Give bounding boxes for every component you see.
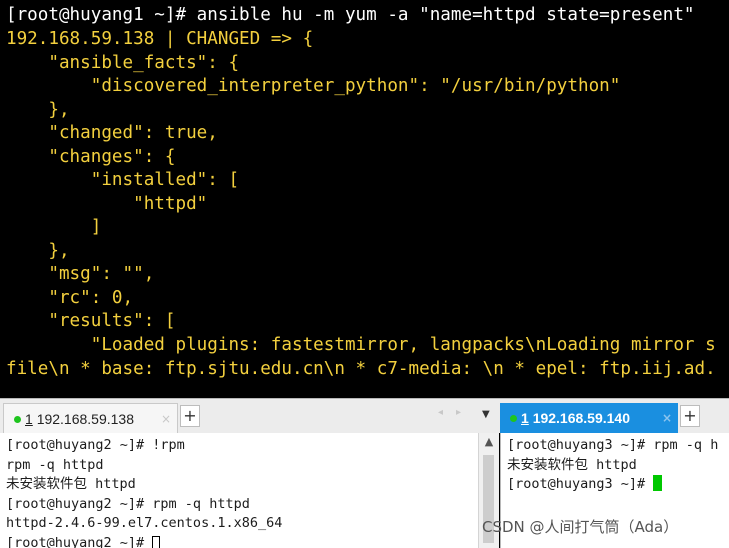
tab-index: 1 bbox=[521, 410, 529, 426]
terminal-line: httpd-2.4.6-99.el7.centos.1.x86_64 bbox=[6, 515, 283, 531]
terminal-line: [root@huyang2 ~]# !rpm bbox=[6, 437, 185, 453]
watermark: CSDN @人间打气筒（Ada） bbox=[482, 518, 679, 536]
text-cursor bbox=[152, 535, 161, 548]
tab-session-138[interactable]: 1 192.168.59.138 × bbox=[3, 403, 178, 433]
terminal-output-line: "discovered_interpreter_python": "/usr/b… bbox=[6, 76, 621, 96]
text-cursor bbox=[653, 475, 663, 491]
terminal-output-line: "installed": [ bbox=[6, 170, 240, 190]
add-tab-button[interactable]: + bbox=[680, 405, 700, 427]
terminal-output-line: "changes": { bbox=[6, 146, 176, 167]
tab-index: 1 bbox=[25, 411, 33, 427]
terminal-command-line: [root@huyang1 ~]# ansible hu -m yum -a "… bbox=[6, 5, 695, 25]
terminal-output-line: "results": [ bbox=[6, 311, 176, 331]
terminal-line: [root@huyang2 ~]# rpm -q httpd bbox=[6, 495, 250, 512]
status-dot-icon bbox=[510, 414, 517, 422]
terminal-output-line: file\n * base: ftp.sjtu.edu.cn\n * c7-me… bbox=[6, 359, 716, 379]
terminal-output-line: }, bbox=[6, 240, 70, 261]
terminal-output-line: "ansible_facts": { bbox=[6, 52, 240, 73]
terminal-output-line: 192.168.59.138 | CHANGED => { bbox=[6, 29, 314, 49]
tab-host-label: 192.168.59.140 bbox=[532, 410, 631, 426]
terminal-prompt: [root@huyang3 ~]# bbox=[507, 476, 654, 492]
terminal-line: [root@huyang3 ~]# rpm -q h bbox=[507, 437, 719, 453]
tab-prev-icon[interactable]: ◂ bbox=[438, 407, 443, 418]
terminal-prompt-line: [root@huyang2 ~]# bbox=[6, 534, 161, 548]
session-tabbar: 1 192.168.59.138 × + ◂ ▸ ▼ 1 192.168.59.… bbox=[0, 398, 729, 433]
add-tab-button[interactable]: + bbox=[180, 405, 200, 427]
terminal-line: rpm -q httpd bbox=[6, 456, 104, 473]
tab-host-label: 192.168.59.138 bbox=[36, 411, 135, 427]
terminal-line: 未安装软件包 httpd bbox=[6, 476, 136, 492]
close-icon[interactable]: × bbox=[161, 404, 171, 434]
tab-next-icon[interactable]: ▸ bbox=[456, 407, 461, 418]
terminal-output-line: "rc": 0, bbox=[6, 287, 134, 308]
status-dot-icon bbox=[14, 415, 21, 423]
terminal-output-line: }, bbox=[6, 99, 70, 120]
scroll-up-icon[interactable]: ▲ bbox=[479, 433, 499, 451]
terminal-line: 未安装软件包 httpd bbox=[507, 456, 637, 473]
tab-list-dropdown-icon[interactable]: ▼ bbox=[482, 409, 490, 420]
terminal-pane-huyang2[interactable]: [root@huyang2 ~]# !rpm rpm -q httpd 未安装软… bbox=[0, 433, 478, 548]
terminal-output-line: "httpd" bbox=[6, 193, 208, 214]
tab-session-140[interactable]: 1 192.168.59.140 × bbox=[500, 403, 678, 433]
main-terminal[interactable]: [root@huyang1 ~]# ansible hu -m yum -a "… bbox=[0, 0, 729, 396]
terminal-output-line: "Loaded plugins: fastestmirror, langpack… bbox=[6, 335, 716, 355]
terminal-output-line: "msg": "", bbox=[6, 264, 155, 284]
terminal-prompt-line: [root@huyang3 ~]# bbox=[507, 475, 663, 495]
terminal-output-line: ] bbox=[6, 217, 102, 237]
terminal-output-line: "changed": true, bbox=[6, 123, 218, 143]
close-icon[interactable]: × bbox=[662, 403, 672, 433]
terminal-prompt: [root@huyang2 ~]# bbox=[6, 534, 153, 548]
